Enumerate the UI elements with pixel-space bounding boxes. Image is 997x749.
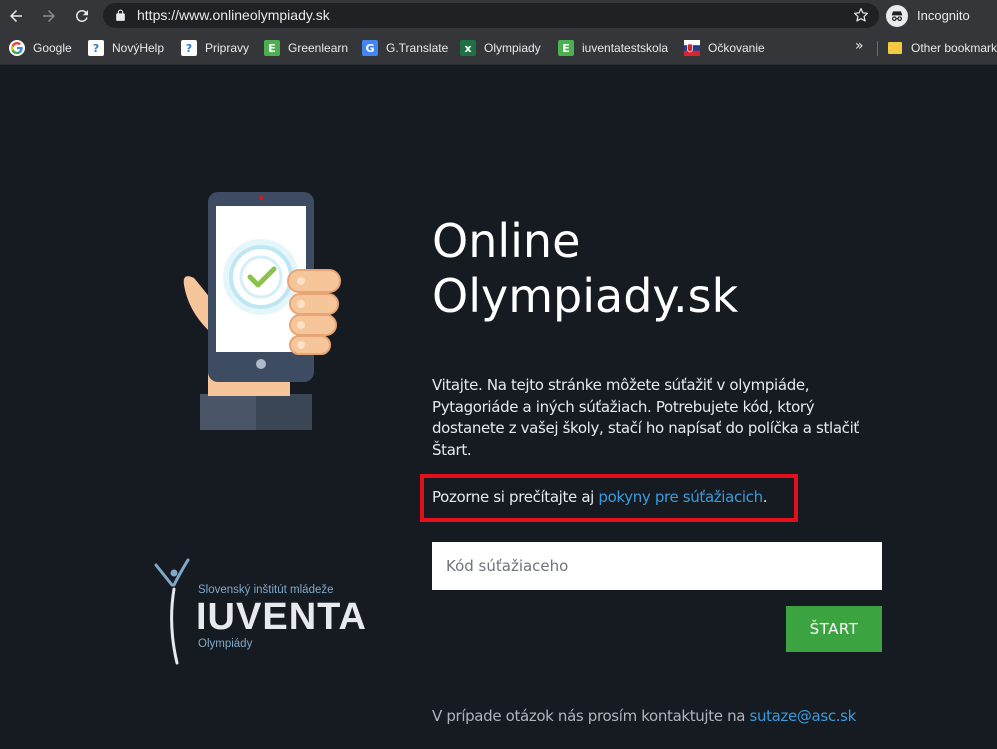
iuventa-logo: Slovenský inštitút mládeže IUVENTA Olymp… <box>154 558 367 665</box>
instructions-notice: Pozorne si prečítajte aj pokyny pre súťa… <box>432 488 768 506</box>
finger-3 <box>289 314 337 336</box>
arrow-right-icon <box>43 10 55 22</box>
sleeve-shade <box>200 394 256 430</box>
google-icon <box>9 40 25 56</box>
bookmark-gtranslate[interactable]: G G.Translate <box>362 39 448 57</box>
svg-text:Olympiády: Olympiády <box>198 638 253 650</box>
other-bookmarks-label: Other bookmarks <box>911 41 997 55</box>
finger-1 <box>287 269 341 293</box>
forward-button[interactable] <box>37 4 61 28</box>
bookmark-label: Olympiady <box>484 41 541 55</box>
bookmark-google[interactable]: Google <box>9 39 72 57</box>
help-icon: ? <box>181 40 197 56</box>
intro-text: Vitajte. Na tejto stránke môžete súťažiť… <box>432 376 859 459</box>
browser-toolbar: https://www.onlineolympiady.sk Incognito <box>0 0 997 31</box>
start-button[interactable]: ŠTART <box>786 606 882 652</box>
incognito-icon <box>886 4 908 27</box>
bookmark-label: Google <box>33 41 72 55</box>
finger-4 <box>289 335 331 355</box>
bookmark-label: NovýHelp <box>112 41 165 55</box>
bookmark-novyhelp[interactable]: ? NovýHelp <box>88 39 164 57</box>
bookmark-star-icon[interactable] <box>853 7 869 23</box>
check-ring <box>239 255 283 299</box>
svg-text:Slovenský inštitút mládeže: Slovenský inštitút mládeže <box>198 584 334 596</box>
bookmark-label: Pripravy <box>205 41 250 55</box>
url-text: https://www.onlineolympiady.sk <box>137 7 330 23</box>
notice-text: Pozorne si prečítajte aj <box>432 488 599 506</box>
contact-email-link[interactable]: sutaze@asc.sk <box>750 707 857 725</box>
contact-text: V prípade otázok nás prosím kontaktujte … <box>432 707 750 725</box>
folder-icon <box>888 42 902 54</box>
reload-icon <box>75 9 88 22</box>
instructions-link[interactable]: pokyny pre súťažiacich <box>598 488 763 506</box>
more-bookmarks-button[interactable]: » <box>855 38 864 54</box>
bookmarks-bar: Google ? NovýHelp ? Pripravy E Greenlear… <box>0 31 997 65</box>
sheets-icon: x <box>460 40 476 56</box>
contestant-code-input[interactable] <box>432 542 882 590</box>
lock-icon <box>116 9 125 21</box>
phone-home-button <box>256 359 266 369</box>
incognito-indicator[interactable]: Incognito <box>886 3 970 28</box>
bookmark-label: G.Translate <box>386 41 449 55</box>
address-bar[interactable]: https://www.onlineolympiady.sk <box>103 3 879 28</box>
incognito-label: Incognito <box>917 8 970 23</box>
greenlearn-icon: E <box>264 40 280 56</box>
svg-text:IUVENTA: IUVENTA <box>196 596 367 638</box>
reload-button[interactable] <box>70 4 94 28</box>
arrow-left-icon <box>10 10 22 22</box>
bookmark-label: Očkovanie <box>708 41 765 55</box>
page-title: Online Olympiady.sk <box>432 214 852 324</box>
title-line-2: Olympiady.sk <box>432 269 739 323</box>
bookmark-pripravy[interactable]: ? Pripravy <box>181 39 249 57</box>
translate-icon: G <box>362 40 378 56</box>
phone-camera <box>259 196 263 200</box>
bookmark-ockovanie[interactable]: Očkovanie <box>684 39 765 57</box>
slovak-flag-icon <box>684 40 700 56</box>
contact-line: V prípade otázok nás prosím kontaktujte … <box>432 707 856 725</box>
back-button[interactable] <box>4 4 28 28</box>
bookmark-label: Greenlearn <box>288 41 349 55</box>
bookmark-label: iuventatestskola <box>582 41 669 55</box>
greenlearn-icon: E <box>558 40 574 56</box>
bookmark-olympiady[interactable]: x Olympiady <box>460 39 541 57</box>
bookmarks-divider <box>877 41 878 56</box>
help-icon: ? <box>88 40 104 56</box>
bookmark-iuventatestskola[interactable]: E iuventatestskola <box>558 39 668 57</box>
title-line-1: Online <box>432 214 581 268</box>
notice-end: . <box>762 488 768 506</box>
other-bookmarks[interactable]: Other bookmarks <box>888 39 997 57</box>
bookmark-greenlearn[interactable]: E Greenlearn <box>264 39 348 57</box>
phone-checkmark-illustration <box>183 192 341 430</box>
